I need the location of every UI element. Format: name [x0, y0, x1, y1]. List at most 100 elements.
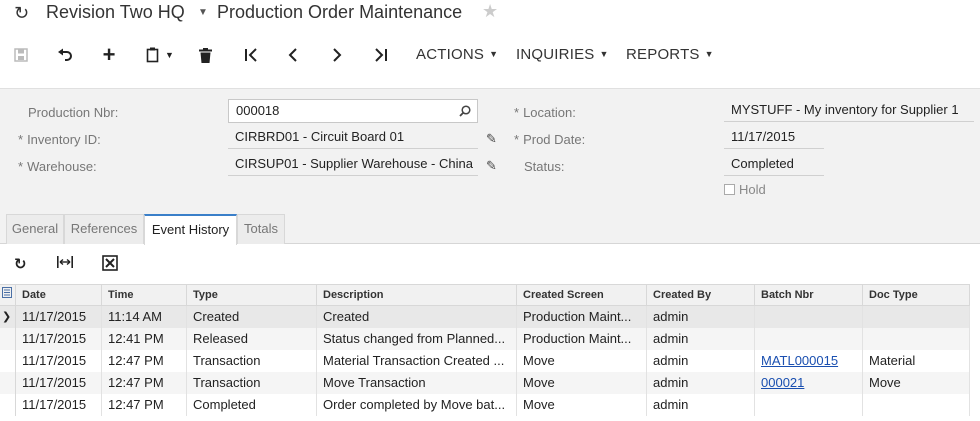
grid-header-row: Date Time Type Description Created Scree… [0, 284, 970, 307]
cell-description[interactable]: Status changed from Planned... [317, 328, 517, 350]
batch-link[interactable]: MATL000015 [761, 353, 838, 368]
table-row[interactable]: ❯ 11/17/2015 11:14 AM Created Created Pr… [0, 306, 970, 328]
table-row[interactable]: 11/17/2015 12:41 PM Released Status chan… [0, 328, 970, 350]
cell-created-by[interactable]: admin [647, 394, 755, 416]
favorite-star-icon[interactable]: ★ [482, 1, 498, 22]
column-header-doc-type[interactable]: Doc Type [863, 285, 970, 307]
cell-time[interactable]: 12:47 PM [102, 350, 187, 372]
cell-description[interactable]: Move Transaction [317, 372, 517, 394]
table-row[interactable]: 11/17/2015 12:47 PM Completed Order comp… [0, 394, 970, 416]
add-icon[interactable]: + [98, 42, 120, 67]
page-title: Production Order Maintenance [217, 2, 463, 22]
cell-doc-type[interactable]: Move [863, 372, 970, 394]
tab-event-history[interactable]: Event History [144, 214, 237, 245]
cell-created-screen[interactable]: Move [517, 350, 647, 372]
production-nbr-input[interactable]: 000018 [228, 99, 478, 123]
cell-doc-type[interactable] [863, 306, 970, 328]
cell-date[interactable]: 11/17/2015 [16, 350, 102, 372]
grid-toolbar: ↻ [0, 246, 980, 282]
column-header-created-screen[interactable]: Created Screen [517, 285, 647, 307]
column-header-time[interactable]: Time [102, 285, 187, 307]
company-name[interactable]: Revision Two HQ [46, 2, 185, 23]
cell-description[interactable]: Order completed by Move bat... [317, 394, 517, 416]
cell-batch-nbr[interactable] [755, 394, 863, 416]
cell-created-by[interactable]: admin [647, 328, 755, 350]
warehouse-label: * Warehouse: [18, 159, 97, 174]
cell-date[interactable]: 11/17/2015 [16, 394, 102, 416]
inventory-id-field[interactable]: CIRBRD01 - Circuit Board 01 [228, 127, 478, 149]
cell-doc-type[interactable] [863, 394, 970, 416]
checkbox-box[interactable] [724, 184, 735, 195]
row-selector[interactable] [0, 372, 16, 394]
column-header-batch-nbr[interactable]: Batch Nbr [755, 285, 863, 307]
tab-references[interactable]: References [64, 214, 144, 244]
hold-checkbox[interactable]: Hold [724, 182, 766, 197]
actions-menu[interactable]: ACTIONS ▼ [416, 46, 498, 63]
cell-time[interactable]: 11:14 AM [102, 306, 187, 328]
chevron-down-icon: ▼ [704, 49, 714, 59]
cell-created-screen[interactable]: Production Maint... [517, 306, 647, 328]
cell-batch-nbr[interactable] [755, 306, 863, 328]
chevron-down-icon: ▼ [489, 49, 499, 59]
cell-time[interactable]: 12:47 PM [102, 394, 187, 416]
reports-menu[interactable]: REPORTS ▼ [626, 46, 714, 63]
cell-date[interactable]: 11/17/2015 [16, 328, 102, 350]
column-header-description[interactable]: Description [317, 285, 517, 307]
undo-icon[interactable] [54, 44, 76, 66]
cell-type[interactable]: Created [187, 306, 317, 328]
row-selector[interactable] [0, 350, 16, 372]
refresh-icon[interactable]: ↻ [14, 255, 27, 273]
batch-link[interactable]: 000021 [761, 375, 804, 390]
location-field[interactable]: MYSTUFF - My inventory for Supplier 1 [724, 100, 974, 122]
tab-general[interactable]: General [6, 214, 64, 244]
row-selector-header-icon[interactable] [0, 285, 16, 307]
search-icon[interactable] [459, 100, 471, 124]
row-selector[interactable] [0, 394, 16, 416]
previous-record-icon[interactable] [282, 44, 304, 66]
delete-icon[interactable] [194, 44, 216, 66]
cell-created-by[interactable]: admin [647, 306, 755, 328]
edit-pencil-icon[interactable]: ✎ [486, 158, 497, 174]
cell-created-screen[interactable]: Move [517, 394, 647, 416]
cell-batch-nbr[interactable]: MATL000015 [755, 350, 863, 372]
cell-type[interactable]: Released [187, 328, 317, 350]
table-row[interactable]: 11/17/2015 12:47 PM Transaction Move Tra… [0, 372, 970, 394]
export-excel-icon[interactable] [102, 255, 118, 275]
tab-totals[interactable]: Totals [237, 214, 285, 244]
copy-paste-icon[interactable]: ▼ [142, 44, 178, 66]
cell-date[interactable]: 11/17/2015 [16, 372, 102, 394]
cell-time[interactable]: 12:47 PM [102, 372, 187, 394]
cell-time[interactable]: 12:41 PM [102, 328, 187, 350]
column-header-type[interactable]: Type [187, 285, 317, 307]
warehouse-field[interactable]: CIRSUP01 - Supplier Warehouse - China [228, 154, 478, 176]
cell-date[interactable]: 11/17/2015 [16, 306, 102, 328]
save-icon[interactable] [10, 44, 32, 66]
cell-description[interactable]: Created [317, 306, 517, 328]
status-field[interactable]: Completed [724, 154, 824, 176]
last-record-icon[interactable] [370, 44, 392, 66]
cell-created-screen[interactable]: Move [517, 372, 647, 394]
prod-date-field[interactable]: 11/17/2015 [724, 127, 824, 149]
first-record-icon[interactable] [240, 44, 262, 66]
edit-pencil-icon[interactable]: ✎ [486, 131, 497, 147]
inquiries-menu[interactable]: INQUIRIES ▼ [516, 46, 609, 63]
cell-created-by[interactable]: admin [647, 350, 755, 372]
table-row[interactable]: 11/17/2015 12:47 PM Transaction Material… [0, 350, 970, 372]
cell-created-screen[interactable]: Production Maint... [517, 328, 647, 350]
cell-created-by[interactable]: admin [647, 372, 755, 394]
fit-columns-icon[interactable] [56, 255, 74, 273]
cell-type[interactable]: Transaction [187, 372, 317, 394]
cell-batch-nbr[interactable] [755, 328, 863, 350]
next-record-icon[interactable] [326, 44, 348, 66]
column-header-date[interactable]: Date [16, 285, 102, 307]
column-header-created-by[interactable]: Created By [647, 285, 755, 307]
cell-doc-type[interactable]: Material [863, 350, 970, 372]
cell-batch-nbr[interactable]: 000021 [755, 372, 863, 394]
cell-description[interactable]: Material Transaction Created ... [317, 350, 517, 372]
refresh-icon[interactable]: ↻ [14, 3, 29, 24]
cell-doc-type[interactable] [863, 328, 970, 350]
cell-type[interactable]: Completed [187, 394, 317, 416]
chevron-down-icon[interactable]: ▼ [198, 7, 208, 18]
row-selector[interactable] [0, 328, 16, 350]
cell-type[interactable]: Transaction [187, 350, 317, 372]
